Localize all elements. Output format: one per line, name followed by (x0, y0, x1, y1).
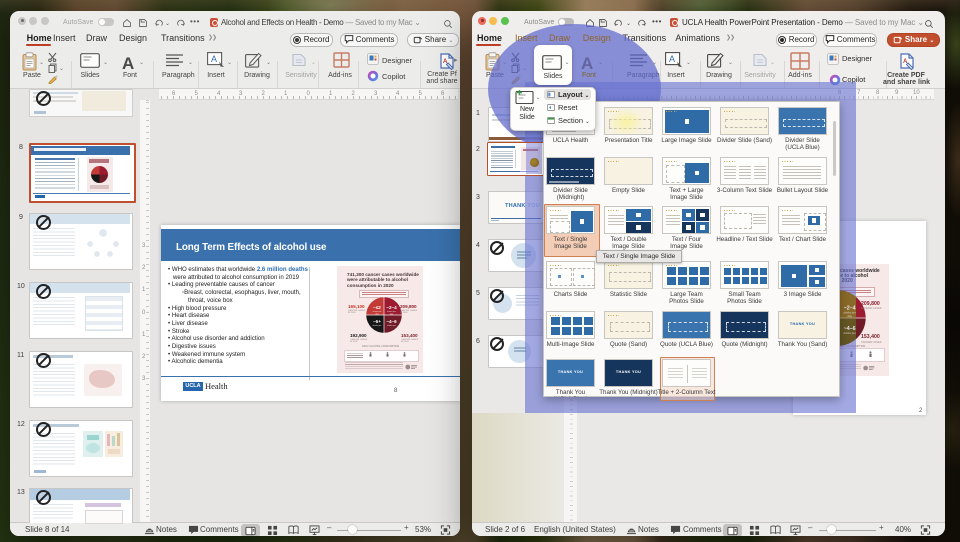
svg-text:drinks per: drinks per (844, 331, 856, 335)
svg-text:~2–4: ~2–4 (387, 305, 398, 310)
svg-text:–≤2: –≤2 (373, 305, 381, 310)
svg-text:–6+: –6+ (373, 319, 381, 324)
svg-text:A: A (211, 54, 217, 64)
svg-text:~4–6: ~4–6 (387, 319, 398, 324)
svg-text:day: day (847, 314, 852, 318)
svg-text:day: day (376, 313, 379, 315)
svg-text:drinks per: drinks per (373, 325, 382, 327)
svg-text:day: day (390, 313, 393, 315)
svg-text:A: A (669, 54, 675, 64)
svg-text:drinks per: drinks per (387, 325, 396, 327)
